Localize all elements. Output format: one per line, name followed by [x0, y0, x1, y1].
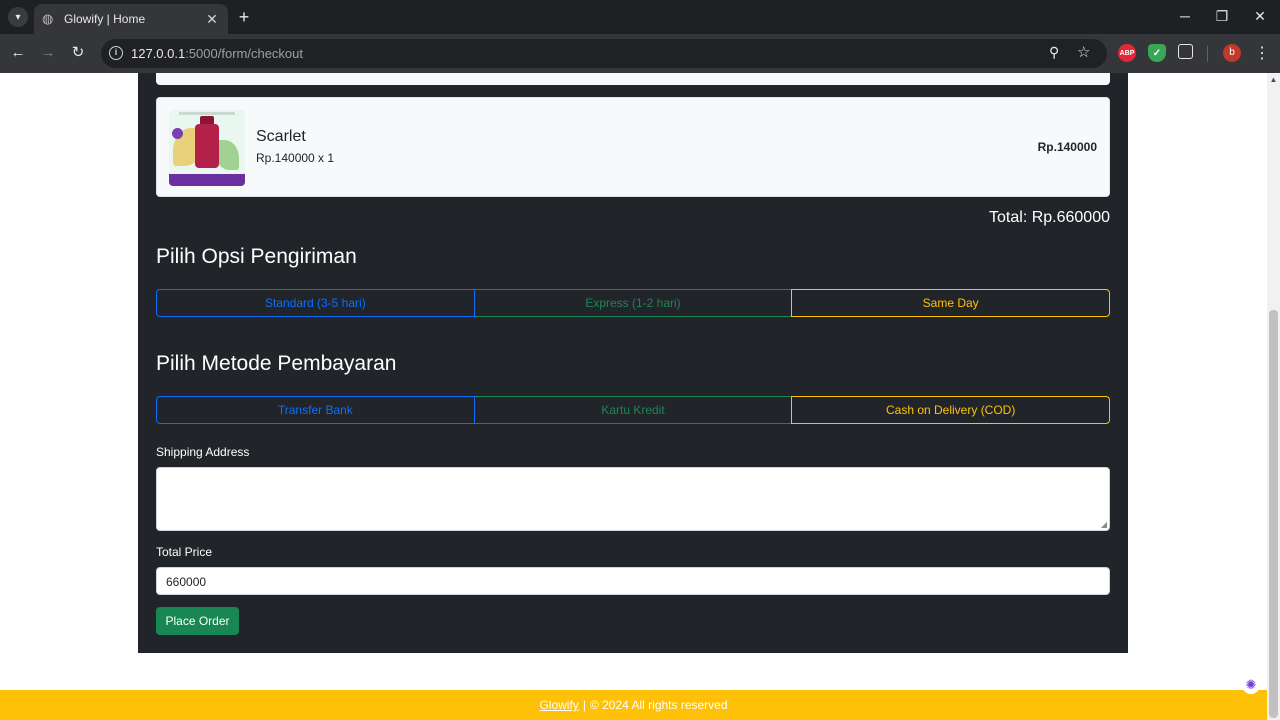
- shipping-options: Standard (3-5 hari) Express (1-2 hari) S…: [156, 289, 1111, 317]
- tab-title: Glowify | Home: [64, 12, 146, 26]
- page-scrollbar[interactable]: ▲: [1267, 73, 1280, 720]
- payment-cod-button[interactable]: Cash on Delivery (COD): [791, 396, 1111, 424]
- checkout-panel: Scarlet Rp.140000 x 1 Rp.140000 Total: R…: [138, 73, 1128, 653]
- window-close-icon[interactable]: ✕: [1250, 8, 1270, 25]
- bottle-shape: [195, 124, 219, 168]
- profile-avatar[interactable]: b: [1223, 44, 1241, 62]
- browser-tab[interactable]: ◍ Glowify | Home ✕: [34, 4, 228, 34]
- payment-heading: Pilih Metode Pembayaran: [156, 352, 397, 375]
- browser-tab-strip: ▾ ◍ Glowify | Home ✕ + ─ ❐ ✕: [0, 0, 1280, 34]
- shield-extension-icon[interactable]: ✓: [1148, 44, 1166, 62]
- page-viewport: Scarlet Rp.140000 x 1 Rp.140000 Total: R…: [0, 73, 1267, 720]
- zoom-icon[interactable]: ⚲: [1049, 44, 1059, 61]
- cart-item-card: Scarlet Rp.140000 x 1 Rp.140000: [156, 97, 1110, 197]
- cart-total: Total: Rp.660000: [989, 209, 1110, 226]
- shipping-heading: Pilih Opsi Pengiriman: [156, 245, 357, 268]
- payment-credit-card-button[interactable]: Kartu Kredit: [474, 396, 792, 424]
- new-tab-button[interactable]: +: [234, 7, 254, 27]
- toolbar-divider: [1207, 46, 1208, 62]
- payment-transfer-button[interactable]: Transfer Bank: [156, 396, 475, 424]
- adblock-extension-icon[interactable]: ABP: [1118, 44, 1136, 62]
- browser-toolbar: ← → ↻ i 127.0.0.1:5000/form/checkout ⚲ ☆…: [0, 34, 1280, 73]
- item-price: Rp.140000: [1037, 140, 1097, 154]
- close-tab-icon[interactable]: ✕: [204, 11, 220, 28]
- place-order-button[interactable]: Place Order: [156, 607, 239, 635]
- new-badge-icon: [172, 128, 183, 139]
- url-host: 127.0.0.1: [131, 46, 186, 61]
- back-arrow-icon[interactable]: ←: [8, 43, 28, 63]
- tab-search-button[interactable]: ▾: [8, 7, 28, 27]
- reload-icon[interactable]: ↻: [68, 43, 88, 63]
- globe-icon: ◍: [42, 11, 54, 26]
- site-footer: Glowify | © 2024 All rights reserved: [0, 690, 1267, 720]
- extensions-puzzle-icon[interactable]: [1178, 44, 1193, 59]
- previous-item-card: [156, 73, 1110, 85]
- product-image-header: [179, 112, 235, 115]
- payment-options: Transfer Bank Kartu Kredit Cash on Deliv…: [156, 396, 1111, 424]
- item-quantity: Rp.140000 x 1: [256, 151, 335, 165]
- item-name: Scarlet: [256, 128, 306, 145]
- shipping-address-label: Shipping Address: [156, 445, 250, 459]
- scrollbar-thumb[interactable]: [1269, 310, 1278, 718]
- shipping-standard-button[interactable]: Standard (3-5 hari): [156, 289, 475, 317]
- forward-arrow-icon[interactable]: →: [38, 43, 58, 63]
- shipping-address-field[interactable]: ◢: [156, 467, 1110, 531]
- footer-copyright: © 2024 All rights reserved: [589, 698, 728, 712]
- footer-brand-link[interactable]: Glowify: [539, 698, 578, 712]
- assistant-brain-icon[interactable]: ✺: [1242, 676, 1260, 694]
- product-image: [169, 110, 245, 186]
- site-info-icon[interactable]: i: [109, 46, 123, 60]
- shipping-express-button[interactable]: Express (1-2 hari): [474, 289, 792, 317]
- address-bar[interactable]: i 127.0.0.1:5000/form/checkout ⚲ ☆: [101, 39, 1107, 68]
- url-text[interactable]: 127.0.0.1:5000/form/checkout: [131, 46, 303, 61]
- scroll-up-arrow-icon[interactable]: ▲: [1267, 75, 1280, 85]
- minimize-icon[interactable]: ─: [1175, 8, 1195, 24]
- product-image-band: [169, 174, 245, 186]
- shipping-sameday-button[interactable]: Same Day: [791, 289, 1111, 317]
- total-price-field[interactable]: 660000: [156, 567, 1110, 595]
- bookmark-star-icon[interactable]: ☆: [1077, 43, 1090, 61]
- restore-icon[interactable]: ❐: [1212, 8, 1232, 25]
- total-price-label: Total Price: [156, 545, 213, 559]
- footer-separator: |: [582, 698, 586, 712]
- menu-kebab-icon[interactable]: ⋮: [1254, 43, 1270, 63]
- resize-grip-icon[interactable]: ◢: [1101, 520, 1107, 529]
- url-path: :5000/form/checkout: [185, 46, 304, 61]
